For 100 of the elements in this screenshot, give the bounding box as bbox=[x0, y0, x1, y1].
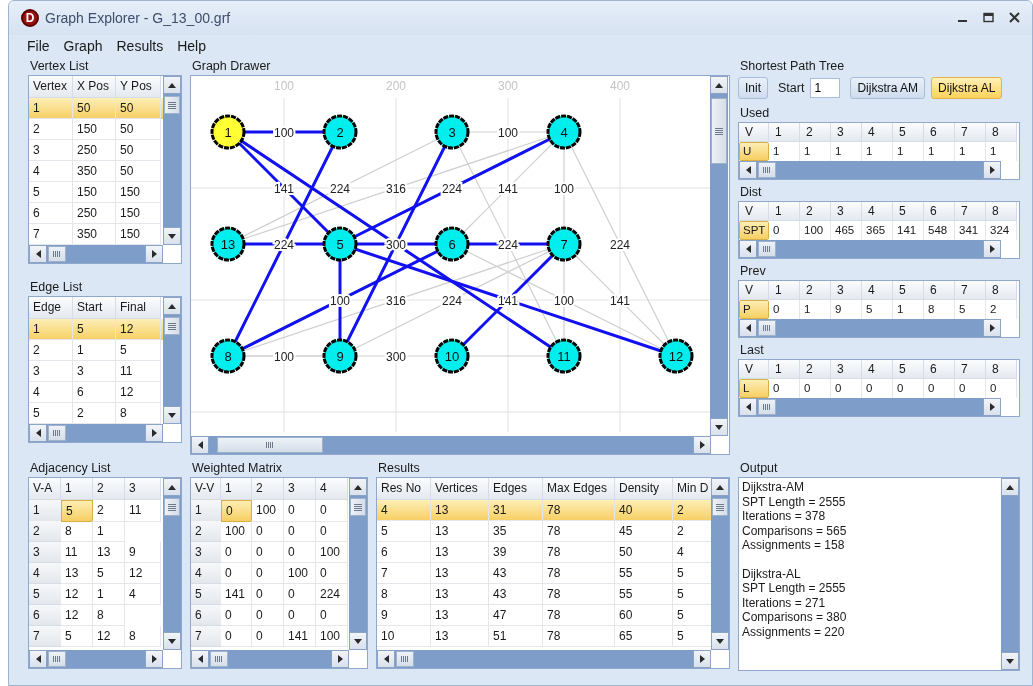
column-header[interactable]: 3 bbox=[125, 478, 161, 500]
column-header[interactable]: Final bbox=[116, 297, 161, 319]
column-header[interactable]: 2 bbox=[93, 478, 125, 500]
dijkstra-button[interactable]: Dijkstra AM bbox=[850, 77, 926, 99]
scroll-thumb[interactable] bbox=[164, 317, 180, 335]
row-header[interactable]: 5 bbox=[29, 584, 61, 605]
column-header[interactable]: 5 bbox=[893, 202, 924, 221]
scroll-thumb[interactable] bbox=[396, 651, 414, 667]
horizontal-scrollbar[interactable] bbox=[377, 650, 711, 668]
column-header[interactable]: X Pos bbox=[73, 76, 116, 98]
table-cell[interactable]: 5 bbox=[61, 500, 93, 522]
column-header[interactable]: V bbox=[739, 123, 769, 142]
column-header[interactable]: V bbox=[739, 281, 769, 300]
table-cell[interactable]: 0 bbox=[252, 626, 284, 647]
column-header[interactable]: 5 bbox=[893, 281, 924, 300]
column-header[interactable]: 7 bbox=[955, 360, 986, 379]
column-header[interactable]: Max Edges bbox=[543, 478, 615, 500]
scroll-thumb[interactable] bbox=[350, 498, 366, 516]
column-header[interactable]: 1 bbox=[769, 281, 800, 300]
column-header[interactable]: 5 bbox=[893, 123, 924, 142]
table-row[interactable]: 5 2 8 bbox=[29, 403, 163, 424]
column-header[interactable]: 4 bbox=[316, 478, 348, 500]
close-icon[interactable] bbox=[1008, 12, 1022, 24]
scroll-thumb[interactable] bbox=[48, 651, 66, 667]
table-row[interactable]: 3 3 11 bbox=[29, 361, 163, 382]
row-header[interactable]: 1 bbox=[191, 500, 221, 522]
vertical-scrollbar[interactable] bbox=[163, 297, 181, 424]
row-header[interactable]: P bbox=[739, 300, 769, 319]
column-header[interactable]: 7 bbox=[955, 281, 986, 300]
scroll-down-button[interactable] bbox=[711, 632, 729, 650]
column-header[interactable]: 6 bbox=[924, 202, 955, 221]
scroll-thumb[interactable] bbox=[164, 498, 180, 516]
table-row[interactable]: 10 13 51 78 65 5 bbox=[377, 626, 711, 647]
scroll-thumb[interactable] bbox=[48, 425, 66, 441]
horizontal-scrollbar[interactable] bbox=[191, 436, 711, 454]
scroll-up-button[interactable] bbox=[349, 478, 367, 496]
scroll-thumb[interactable] bbox=[758, 162, 776, 178]
vertical-scrollbar[interactable] bbox=[1001, 478, 1019, 670]
row-header[interactable]: 2 bbox=[191, 521, 221, 542]
scroll-right-button[interactable] bbox=[145, 424, 163, 442]
table-row[interactable]: 2 150 50 bbox=[29, 119, 163, 140]
horizontal-scrollbar[interactable] bbox=[739, 240, 1001, 258]
table-cell[interactable]: 12 bbox=[93, 626, 125, 647]
row-header[interactable]: 5 bbox=[191, 584, 221, 605]
row-header[interactable]: 6 bbox=[29, 605, 61, 626]
graph-node[interactable] bbox=[322, 114, 358, 150]
column-header[interactable]: 2 bbox=[252, 478, 284, 500]
column-header[interactable]: 1 bbox=[61, 478, 93, 500]
scroll-down-button[interactable] bbox=[349, 632, 367, 650]
menu-item[interactable]: File bbox=[27, 38, 50, 54]
graph-node[interactable] bbox=[434, 226, 470, 262]
scroll-down-button[interactable] bbox=[1001, 652, 1019, 670]
horizontal-scrollbar[interactable] bbox=[29, 650, 163, 668]
column-header[interactable]: 6 bbox=[924, 360, 955, 379]
table-row[interactable]: 1 5 12 bbox=[29, 319, 163, 340]
table-row[interactable]: 9 13 47 78 60 5 bbox=[377, 605, 711, 626]
column-header[interactable]: 5 bbox=[893, 360, 924, 379]
row-header[interactable]: U bbox=[739, 142, 769, 161]
row-header[interactable]: 3 bbox=[191, 542, 221, 563]
scroll-up-button[interactable] bbox=[163, 478, 181, 496]
column-header[interactable]: 4 bbox=[862, 202, 893, 221]
graph-node[interactable] bbox=[322, 338, 358, 374]
row-header[interactable]: 2 bbox=[29, 521, 61, 542]
column-header[interactable]: 2 bbox=[800, 281, 831, 300]
table-row[interactable]: 2 1 5 bbox=[29, 340, 163, 361]
scroll-right-button[interactable] bbox=[145, 650, 163, 668]
scroll-down-button[interactable] bbox=[163, 632, 181, 650]
table-row[interactable]: 3 250 50 bbox=[29, 140, 163, 161]
scroll-left-button[interactable] bbox=[191, 436, 209, 454]
scroll-thumb[interactable] bbox=[164, 96, 180, 114]
column-header[interactable]: 8 bbox=[986, 123, 1017, 142]
scroll-thumb[interactable] bbox=[758, 399, 776, 415]
column-header[interactable]: Vertices bbox=[431, 478, 489, 500]
scroll-right-button[interactable] bbox=[983, 240, 1001, 258]
scroll-thumb[interactable] bbox=[48, 246, 66, 262]
vertical-scrollbar[interactable] bbox=[710, 76, 728, 436]
column-header[interactable]: 3 bbox=[284, 478, 316, 500]
scroll-left-button[interactable] bbox=[377, 650, 395, 668]
table-row[interactable]: 6 13 39 78 50 4 bbox=[377, 542, 711, 563]
graph-node[interactable] bbox=[322, 226, 358, 262]
init-button[interactable]: Init bbox=[738, 77, 768, 99]
column-header[interactable]: 1 bbox=[769, 123, 800, 142]
scroll-left-button[interactable] bbox=[739, 240, 757, 258]
column-header[interactable]: Y Pos bbox=[116, 76, 161, 98]
scroll-up-button[interactable] bbox=[710, 76, 728, 94]
table-row[interactable]: 4 13 31 78 40 2 bbox=[377, 500, 711, 521]
horizontal-scrollbar[interactable] bbox=[191, 650, 349, 668]
menu-item[interactable]: Results bbox=[116, 38, 164, 54]
vertical-scrollbar[interactable] bbox=[163, 478, 181, 650]
column-header[interactable]: V-A bbox=[29, 478, 61, 500]
horizontal-scrollbar[interactable] bbox=[739, 319, 1001, 337]
menu-item[interactable]: Graph bbox=[63, 38, 103, 54]
scroll-left-button[interactable] bbox=[739, 161, 757, 179]
scroll-right-button[interactable] bbox=[983, 319, 1001, 337]
scroll-left-button[interactable] bbox=[29, 245, 47, 263]
horizontal-scrollbar[interactable] bbox=[739, 161, 1001, 179]
scroll-left-button[interactable] bbox=[191, 650, 209, 668]
row-header[interactable]: SPT bbox=[739, 221, 769, 240]
graph-node[interactable] bbox=[210, 338, 246, 374]
table-cell[interactable]: 5 bbox=[61, 626, 93, 647]
